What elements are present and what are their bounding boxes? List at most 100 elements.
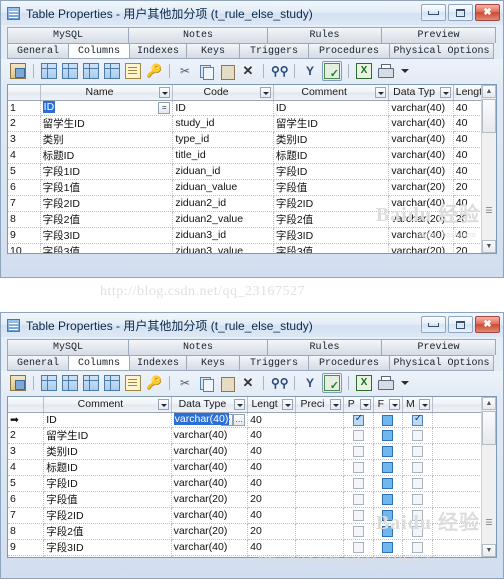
cell-comment[interactable]: 字段2ID bbox=[43, 507, 172, 524]
tab-mysql[interactable]: MySQL bbox=[7, 27, 129, 43]
cell-primary[interactable] bbox=[343, 523, 374, 540]
cell-comment[interactable]: 字段2值 bbox=[273, 211, 390, 228]
cell-code[interactable]: ziduan_value bbox=[172, 179, 274, 196]
cell-code[interactable]: ziduan2_value bbox=[172, 211, 274, 228]
row-number[interactable]: 3 bbox=[8, 443, 45, 460]
cell-precision[interactable] bbox=[295, 475, 344, 492]
row-number[interactable]: 6 bbox=[8, 491, 45, 508]
checkbox[interactable] bbox=[382, 446, 394, 457]
add-column-icon[interactable] bbox=[82, 62, 100, 80]
column-header-name[interactable]: Name bbox=[40, 85, 174, 101]
cell-data-type[interactable]: varchar(20) bbox=[171, 523, 249, 540]
scrollbar-thumb[interactable] bbox=[482, 99, 496, 133]
cell-primary[interactable] bbox=[343, 459, 374, 476]
cell-foreign[interactable] bbox=[373, 459, 404, 476]
row-number[interactable]: 2 bbox=[8, 115, 41, 132]
checkbox[interactable] bbox=[411, 462, 423, 473]
cell-mandatory[interactable] bbox=[402, 459, 433, 476]
cell-name[interactable]: 字段1值 bbox=[40, 179, 174, 196]
cell-comment[interactable]: 字段2ID bbox=[273, 195, 390, 212]
cell-data-type[interactable]: varchar(40) bbox=[388, 131, 454, 148]
chevron-down-icon[interactable] bbox=[439, 87, 451, 98]
add-row-icon[interactable] bbox=[61, 62, 79, 80]
cell-primary[interactable] bbox=[343, 427, 374, 444]
cell-name[interactable]: 类别 bbox=[40, 131, 174, 148]
table-row[interactable]: 10 字段3值 ziduan3_value 字段3值 varchar(20) 20 bbox=[8, 243, 496, 253]
row-number[interactable]: 3 bbox=[8, 131, 41, 148]
tab-columns[interactable]: Columns bbox=[68, 43, 130, 59]
cell-code[interactable]: ziduan3_id bbox=[172, 227, 274, 244]
cell-mandatory[interactable] bbox=[402, 507, 433, 524]
column-header-primary[interactable]: P bbox=[343, 397, 374, 413]
columns-grid-bottom[interactable]: Comment Data Type Lengt Preci P F M ➡ ID… bbox=[7, 396, 497, 558]
scroll-down-button[interactable]: ▼ bbox=[482, 240, 496, 253]
customize-columns-icon[interactable] bbox=[322, 61, 342, 81]
cell-comment[interactable]: 类别ID bbox=[273, 131, 390, 148]
filter-icon[interactable]: Y bbox=[301, 62, 319, 80]
title-bar-top[interactable]: Table Properties - 用户其他加分项 (t_rule_else_… bbox=[1, 1, 503, 25]
filter-icon[interactable]: Y bbox=[301, 374, 319, 392]
minimize-button[interactable] bbox=[421, 316, 446, 333]
column-header-comment[interactable]: Comment bbox=[273, 85, 390, 101]
cell-primary[interactable] bbox=[343, 443, 374, 460]
cell-data-type[interactable]: varchar(40) bbox=[388, 115, 454, 132]
cell-comment[interactable]: 字段2值 bbox=[43, 523, 172, 540]
cell-comment[interactable]: 字段3值 bbox=[43, 555, 172, 557]
maximize-button[interactable] bbox=[448, 316, 473, 333]
cell-precision[interactable] bbox=[295, 427, 344, 444]
table-row[interactable]: ➡ ID… varchar(40) 40 bbox=[8, 412, 496, 428]
cell-precision[interactable] bbox=[295, 523, 344, 540]
checkbox[interactable] bbox=[382, 494, 394, 505]
row-number[interactable]: 9 bbox=[8, 227, 41, 244]
cell-comment[interactable]: 留学生ID bbox=[273, 115, 390, 132]
cell-name[interactable]: 字段3值 bbox=[40, 243, 174, 253]
print-icon[interactable] bbox=[376, 374, 394, 392]
cell-code[interactable]: ziduan2_id bbox=[172, 195, 274, 212]
paste-icon[interactable] bbox=[218, 374, 236, 392]
cell-foreign[interactable] bbox=[373, 427, 404, 444]
cell-comment[interactable]: 标题ID bbox=[273, 147, 390, 164]
vertical-scrollbar-bottom[interactable]: ▲ ☰ ▼ bbox=[481, 397, 496, 557]
cell-mandatory[interactable] bbox=[402, 491, 433, 508]
row-number[interactable]: 6 bbox=[8, 179, 41, 196]
table-row[interactable]: 6 字段值 varchar(20) 20 bbox=[8, 491, 496, 508]
chevron-down-icon[interactable] bbox=[159, 87, 171, 98]
chevron-down-icon[interactable] bbox=[418, 399, 430, 410]
cell-data-type[interactable]: varchar(40) bbox=[171, 459, 249, 476]
row-number[interactable]: 7 bbox=[8, 195, 41, 212]
cell-mandatory[interactable] bbox=[402, 475, 433, 492]
cell-precision[interactable] bbox=[295, 443, 344, 460]
cell-data-type[interactable]: varchar(40) bbox=[388, 227, 454, 244]
column-header-mandatory[interactable]: M bbox=[402, 397, 433, 413]
cell-primary[interactable] bbox=[343, 412, 374, 428]
column-header-data-type[interactable]: Data Type bbox=[171, 397, 249, 413]
chevron-down-icon[interactable] bbox=[375, 87, 387, 98]
chevron-down-icon[interactable] bbox=[389, 399, 401, 410]
checkbox[interactable] bbox=[352, 526, 364, 537]
scroll-up-button[interactable]: ▲ bbox=[482, 85, 496, 98]
cell-precision[interactable] bbox=[295, 491, 344, 508]
scroll-up-button[interactable]: ▲ bbox=[482, 397, 496, 410]
checkbox[interactable] bbox=[382, 414, 394, 426]
cell-code[interactable]: type_id bbox=[172, 131, 274, 148]
cell-primary[interactable] bbox=[343, 507, 374, 524]
cell-data-type[interactable]: varchar(20) bbox=[388, 243, 454, 253]
cell-foreign[interactable] bbox=[373, 475, 404, 492]
cell-comment[interactable]: 字段值 bbox=[273, 179, 390, 196]
checkbox[interactable] bbox=[352, 478, 364, 489]
row-number[interactable]: 4 bbox=[8, 459, 45, 476]
checkbox[interactable] bbox=[382, 526, 394, 537]
tab-physical-options[interactable]: Physical Options bbox=[389, 355, 494, 371]
minimize-button[interactable] bbox=[421, 4, 446, 21]
tab-triggers[interactable]: Triggers bbox=[239, 43, 309, 59]
cell-foreign[interactable] bbox=[373, 412, 404, 428]
checkbox[interactable] bbox=[411, 413, 423, 426]
tab-notes[interactable]: Notes bbox=[128, 27, 268, 43]
cell-data-type[interactable]: varchar(40) bbox=[171, 443, 249, 460]
cell-comment[interactable]: 类别ID bbox=[43, 443, 172, 460]
cell-mandatory[interactable] bbox=[402, 523, 433, 540]
column-header-length[interactable]: Lengt bbox=[247, 397, 297, 413]
print-icon[interactable] bbox=[376, 62, 394, 80]
cell-name[interactable]: 字段2ID bbox=[40, 195, 174, 212]
cell-primary[interactable] bbox=[343, 475, 374, 492]
